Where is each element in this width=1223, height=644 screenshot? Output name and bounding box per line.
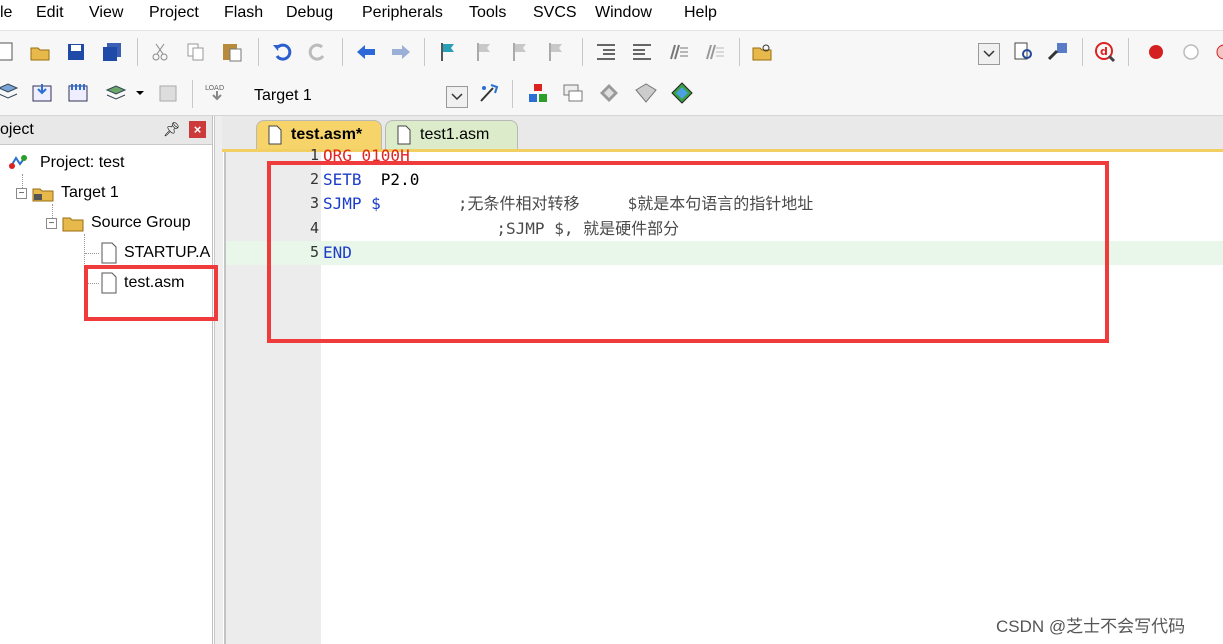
toolbar-separator [137,38,138,66]
menu-file[interactable]: le [0,4,12,22]
build-toolbar: LOAD Target 1 [0,73,1223,116]
prev-bookmark-icon[interactable] [472,40,496,64]
tree-item-label: Target 1 [61,184,119,201]
comment-icon[interactable] [666,40,690,64]
find-icon[interactable] [1012,40,1036,64]
rebuild-icon[interactable] [66,81,90,105]
new-file-icon[interactable] [0,40,18,64]
navigate-forward-icon[interactable] [389,40,413,64]
target-icon [32,188,54,202]
panel-splitter[interactable] [214,116,223,644]
download-icon[interactable]: LOAD [204,81,228,105]
menu-peripherals[interactable]: Peripherals [362,4,443,22]
tree-item-startup[interactable]: STARTUP.A [100,240,210,266]
next-bookmark-icon[interactable] [508,40,532,64]
svg-text:d: d [1100,45,1108,58]
unindent-icon[interactable] [630,40,654,64]
kill-breakpoints-icon[interactable] [1210,40,1223,64]
close-icon[interactable]: × [189,121,206,138]
debug-session-icon[interactable]: d [1093,40,1117,64]
stop-build-icon[interactable] [156,81,180,105]
find-dropdown[interactable] [978,43,1000,65]
tree-item-target[interactable]: − Target 1 [16,180,119,206]
menu-bar: le Edit View Project Flash Debug Periphe… [0,0,1223,30]
project-panel: oject 📌︎ × Project: test − Target 1 − So… [0,116,213,644]
indent-icon[interactable] [594,40,618,64]
annotation-box [84,265,218,321]
tab-label: test1.asm [420,126,490,143]
menu-project[interactable]: Project [149,4,199,22]
open-file-icon[interactable] [29,40,53,64]
toolbar-separator [1128,38,1129,66]
pin-icon[interactable]: 📌︎ [163,121,181,138]
toolbar-separator [342,38,343,66]
manage-rte-icon[interactable] [634,81,658,105]
save-all-icon[interactable] [100,40,124,64]
copy-icon[interactable] [184,40,208,64]
project-icon [9,155,27,169]
manage-project-items-icon[interactable] [526,81,550,105]
toolbar-separator [258,38,259,66]
configure-icon[interactable] [1046,40,1070,64]
disable-breakpoint-icon[interactable] [1179,40,1203,64]
toolbar-separator [1082,38,1083,66]
file-icon [397,125,411,145]
collapse-icon[interactable]: − [16,187,27,199]
batch-build-icon[interactable] [104,81,128,105]
toolbar-separator [512,80,513,108]
toolbar-separator [424,38,425,66]
menu-flash[interactable]: Flash [224,4,263,22]
svg-text:LOAD: LOAD [205,84,224,92]
folder-icon [62,217,84,232]
menu-svcs[interactable]: SVCS [533,4,577,22]
file-toolbar: d [0,30,1223,74]
undo-icon[interactable] [270,40,294,64]
toolbar-separator [582,38,583,66]
collapse-icon[interactable]: − [46,217,57,229]
find-in-files-icon[interactable] [750,40,774,64]
pack-installer-icon[interactable] [670,81,694,105]
target-dropdown[interactable] [446,86,468,108]
save-icon[interactable] [64,40,88,64]
menu-view[interactable]: View [89,4,123,22]
annotation-box [267,161,1109,343]
menu-debug[interactable]: Debug [286,4,333,22]
window-layout-icon[interactable] [561,81,585,105]
breakpoint-icon[interactable] [1144,40,1168,64]
tab-label: test.asm* [291,126,363,143]
menu-help[interactable]: Help [684,4,717,22]
tree-line [85,253,99,254]
target-options-icon[interactable] [478,81,502,105]
toolbar-separator [739,38,740,66]
toolbar-separator [192,80,193,108]
translate-icon[interactable] [0,81,20,105]
menu-window[interactable]: Window [595,4,652,22]
tree-item-source-group[interactable]: − Source Group [46,210,191,236]
uncomment-icon[interactable] [702,40,726,64]
file-icon [268,125,282,145]
bookmark-icon[interactable] [436,40,460,64]
menu-edit[interactable]: Edit [36,4,64,22]
tree-item-label: STARTUP.A [124,244,211,261]
build-icon[interactable] [30,81,54,105]
watermark: CSDN @芝士不会写代码 [996,617,1186,636]
redo-icon[interactable] [306,40,330,64]
tree-item-label: Project: test [40,154,125,171]
tree-item-project[interactable]: Project: test [6,150,124,176]
file-icon [101,242,117,264]
menu-tools[interactable]: Tools [469,4,506,22]
chevron-down-icon[interactable] [128,81,152,105]
select-packs-icon[interactable] [597,81,621,105]
project-panel-title: oject [0,121,34,138]
cut-icon[interactable] [148,40,172,64]
navigate-back-icon[interactable] [354,40,378,64]
clear-bookmarks-icon[interactable] [544,40,568,64]
paste-icon[interactable] [220,40,244,64]
tree-item-label: Source Group [91,214,191,231]
target-select[interactable]: Target 1 [254,87,312,105]
project-panel-header: oject 📌︎ × [0,116,212,145]
